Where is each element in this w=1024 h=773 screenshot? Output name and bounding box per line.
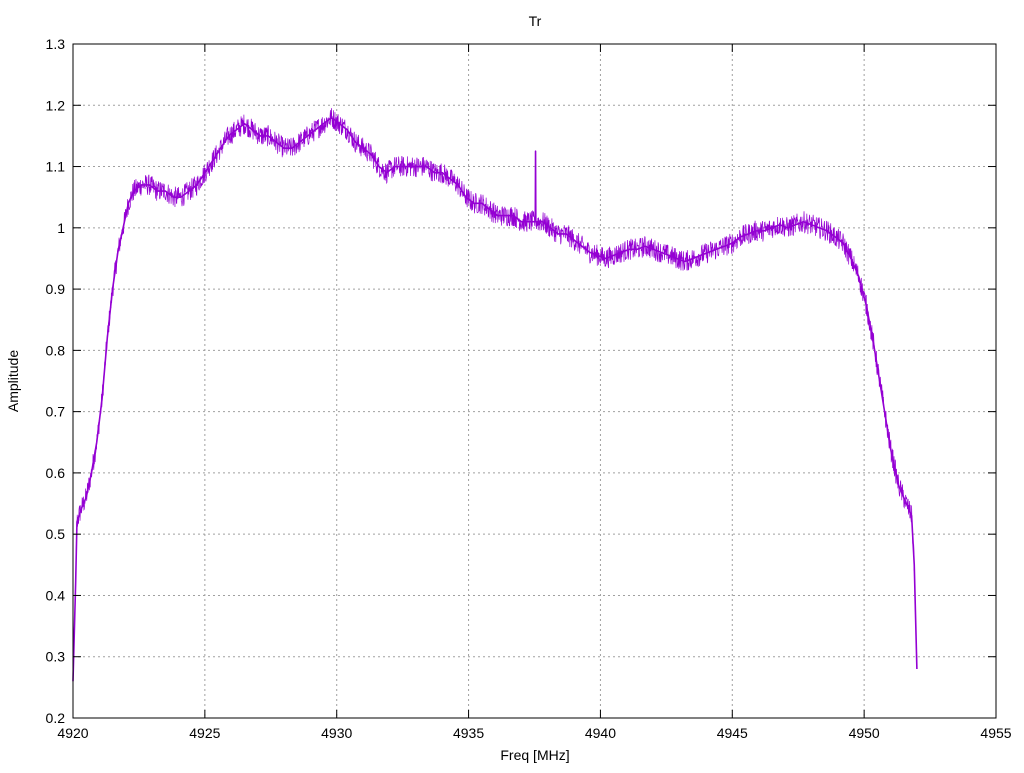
y-tick-label: 0.2: [46, 710, 66, 726]
y-tick-label: 0.4: [46, 587, 66, 603]
y-tick-label: 1.2: [46, 97, 66, 113]
y-tick-label: 0.6: [46, 465, 66, 481]
plot-frame: [72, 43, 997, 719]
y-tick-label: 0.5: [46, 526, 66, 542]
x-tick-label: 4920: [57, 725, 88, 741]
y-tick-label: 0.3: [46, 649, 66, 665]
chart-title: Tr: [529, 13, 542, 29]
x-tick-label: 4950: [849, 725, 880, 741]
y-tick-label: 0.8: [46, 342, 66, 358]
x-tick-label: 4930: [321, 725, 352, 741]
y-axis-label: Amplitude: [5, 350, 21, 412]
line-chart: Tr 4920 4925 4930 4935 4940 4945 4950 4955 0.2 0.…: [5, 13, 1012, 763]
chart-container: Tr 4920 4925 4930 4935 4940 4945 4950 4955 0.2 0.…: [0, 0, 1024, 768]
y-tick-label: 1.3: [46, 36, 66, 52]
x-tick-label: 4940: [585, 725, 616, 741]
series-noise: [72, 108, 918, 678]
y-tick-label: 1.1: [46, 159, 66, 175]
y-tick-label: 0.7: [46, 404, 66, 420]
x-tick-label: 4945: [717, 725, 748, 741]
y-tick-label: 1: [57, 220, 65, 236]
series-line: [72, 116, 918, 682]
x-axis-label: Freq [MHz]: [500, 747, 569, 763]
axis-ticks: 4920 4925 4930 4935 4940 4945 4950 4955 0.2 0.3 0.…: [46, 36, 1012, 741]
gridlines: [73, 44, 996, 718]
y-tick-label: 0.9: [46, 281, 66, 297]
x-tick-label: 4955: [980, 725, 1011, 741]
x-tick-label: 4925: [189, 725, 220, 741]
x-tick-label: 4935: [453, 725, 484, 741]
